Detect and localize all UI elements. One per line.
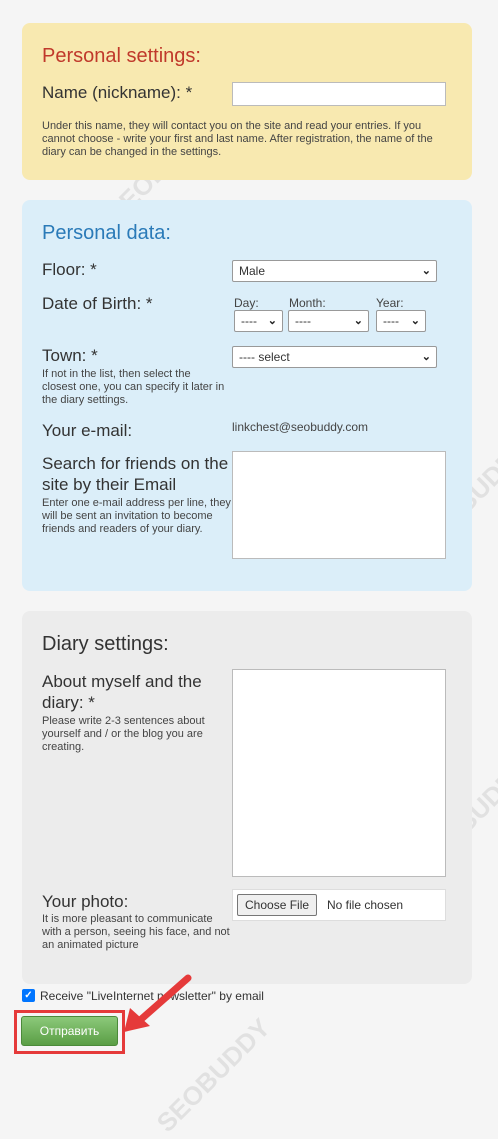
nickname-input[interactable] (232, 82, 446, 106)
friends-hint: Enter one e-mail address per line, they … (42, 497, 231, 535)
photo-hint: It is more pleasant to communicate with … (42, 913, 230, 951)
personal-settings-title: Personal settings: (42, 45, 201, 67)
email-value: linkchest@seobuddy.com (232, 420, 369, 434)
file-status: No file chosen (327, 898, 404, 912)
personal-settings-panel: Personal settings: Name (nickname): * Un… (22, 23, 472, 180)
town-select[interactable]: ---- select ⌄ (232, 346, 437, 368)
choose-file-button[interactable]: Choose File (237, 894, 318, 916)
town-value: ---- select (239, 350, 290, 364)
newsletter-checkbox[interactable]: ✓ (22, 989, 35, 1002)
diary-settings-title: Diary settings: (42, 633, 169, 655)
month-label: Month: (289, 296, 326, 310)
personal-data-title: Personal data: (42, 222, 171, 244)
about-label: About myself and the diary: * (42, 672, 202, 712)
about-textarea[interactable] (232, 669, 446, 877)
diary-settings-panel: Diary settings: About myself and the dia… (22, 611, 472, 984)
photo-label: Your photo: (42, 892, 129, 911)
friends-label: Search for friends on the site by their … (42, 454, 229, 494)
town-hint: If not in the list, then select the clos… (42, 368, 225, 406)
email-label: Your e-mail: (42, 421, 133, 440)
month-value: ---- (295, 314, 311, 328)
name-hint: Under this name, they will contact you o… (42, 120, 433, 158)
year-value: ---- (383, 314, 399, 328)
chevron-down-icon: ⌄ (421, 264, 431, 277)
friends-emails-textarea[interactable] (232, 451, 446, 559)
name-label: Name (nickname): * (42, 83, 193, 102)
chevron-down-icon: ⌄ (353, 314, 363, 327)
month-select[interactable]: ---- ⌄ (288, 310, 369, 332)
about-hint: Please write 2-3 sentences about yoursel… (42, 715, 205, 753)
day-label: Day: (234, 296, 259, 310)
submit-button[interactable]: Отправить (21, 1016, 118, 1046)
town-label: Town: * (42, 346, 98, 365)
dob-label: Date of Birth: * (42, 294, 153, 313)
personal-data-panel: Personal data: Floor: * Male ⌄ Date of B… (22, 200, 472, 591)
photo-file-input[interactable]: Choose File No file chosen (232, 889, 446, 921)
year-label: Year: (376, 296, 404, 310)
chevron-down-icon: ⌄ (410, 314, 420, 327)
floor-label: Floor: * (42, 260, 97, 279)
chevron-down-icon: ⌄ (267, 314, 277, 327)
floor-select[interactable]: Male ⌄ (232, 260, 437, 282)
day-value: ---- (241, 314, 257, 328)
chevron-down-icon: ⌄ (421, 350, 431, 363)
arrow-icon (124, 974, 192, 1032)
floor-value: Male (239, 264, 266, 278)
year-select[interactable]: ---- ⌄ (376, 310, 426, 332)
day-select[interactable]: ---- ⌄ (234, 310, 283, 332)
